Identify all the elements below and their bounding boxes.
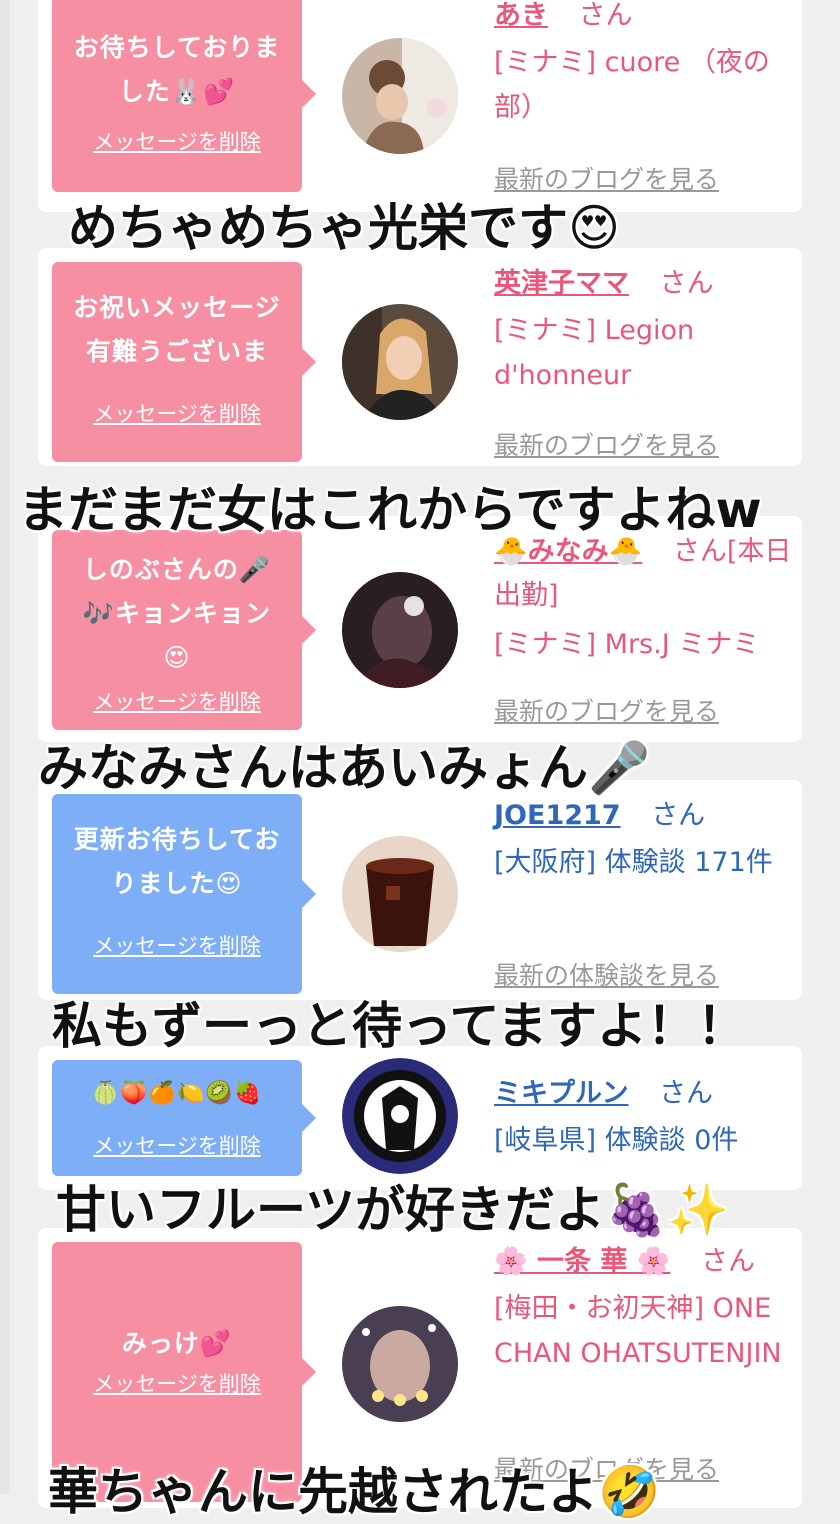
message-text: 更新お待ちしてお りました😍 (73, 825, 281, 898)
overlay-caption: めちゃめちゃ光栄です😍 (68, 199, 621, 257)
message-bubble: 🍈🍑🍊🍋🥝🍓 メッセージを削除 (52, 1060, 316, 1176)
avatar[interactable] (342, 836, 458, 952)
overlay-caption: まだまだ女はこれからですよねw (18, 481, 762, 539)
user-info: ミキプルン さん [岐阜県] 体験談 0件 (494, 1046, 792, 1163)
shop-detail: [岐阜県] 体験談 0件 (494, 1125, 739, 1156)
overlay-caption: 私もずーっと待ってますよ！！ (52, 997, 747, 1055)
user-name-link[interactable]: JOE1217 (494, 800, 621, 831)
delete-message-link[interactable]: メッセージを削除 (52, 398, 302, 428)
user-info: あき さん [ミナミ] cuore （夜の部） (494, 0, 792, 130)
shop-detail: [ミナミ] Mrs.J ミナミ (494, 629, 760, 660)
shop-detail: [大阪府] 体験談 171件 (494, 847, 773, 878)
honorific: さん (659, 1078, 714, 1109)
delete-message-link[interactable]: メッセージを削除 (52, 126, 302, 156)
message-text: 🍈🍑🍊🍋🥝🍓 (91, 1081, 263, 1106)
avatar[interactable] (342, 304, 458, 420)
user-info: 🌸 一条 華 🌸 さん [梅田・お初天神] ONE CHAN OHATSUTEN… (494, 1228, 792, 1376)
user-name-link[interactable]: ミキプルン (494, 1078, 628, 1109)
latest-blog-link[interactable]: 最新のブログを見る (494, 692, 719, 728)
latest-blog-link[interactable]: 最新のブログを見る (494, 426, 719, 462)
avatar[interactable] (342, 38, 458, 154)
message-text: お祝いメッセージ 有難うございま (73, 293, 281, 366)
delete-message-link[interactable]: メッセージを削除 (52, 1130, 302, 1160)
user-name-link[interactable]: 英津子ママ (494, 268, 629, 299)
honorific: さん (701, 1246, 756, 1277)
message-card-1: お待ちしておりま した🐰💕 メッセージを削除 あき さん [ミナミ] cuore… (38, 0, 802, 212)
message-bubble: しのぶさんの🎤 🎶キョンキョン 😍 メッセージを削除 (52, 530, 316, 730)
message-text: お待ちしておりま した🐰💕 (73, 33, 281, 106)
delete-message-link[interactable]: メッセージを削除 (52, 930, 302, 960)
message-bubble: お待ちしておりま した🐰💕 メッセージを削除 (52, 0, 316, 192)
message-card-3: しのぶさんの🎤 🎶キョンキョン 😍 メッセージを削除 🐣みなみ🐣 さん[本日出勤… (38, 516, 802, 742)
honorific: さん (659, 268, 714, 299)
scroll-track (0, 0, 10, 1494)
overlay-caption: みなみさんはあいみょん🎤 (38, 739, 651, 797)
user-name-link[interactable]: あき (494, 0, 548, 31)
user-name-link[interactable]: 🌸 一条 華 🌸 (494, 1246, 670, 1277)
message-bubble: 更新お待ちしてお りました😍 メッセージを削除 (52, 794, 316, 994)
message-text: みっけ💕 (121, 1329, 233, 1358)
overlay-caption: 甘いフルーツが好きだよ🍇✨ (56, 1181, 730, 1239)
overlay-caption: 華ちゃんに先越されたよ🤣 (48, 1463, 661, 1521)
honorific: さん (651, 800, 706, 831)
message-text: しのぶさんの🎤 🎶キョンキョン 😍 (82, 555, 272, 672)
delete-message-link[interactable]: メッセージを削除 (52, 686, 302, 716)
message-card-4: 更新お待ちしてお りました😍 メッセージを削除 JOE1217 さん [大阪府]… (38, 780, 802, 1000)
avatar[interactable] (342, 1058, 458, 1174)
message-bubble: お祝いメッセージ 有難うございま メッセージを削除 (52, 262, 316, 462)
avatar[interactable] (342, 572, 458, 688)
avatar[interactable] (342, 1306, 458, 1422)
shop-detail: [ミナミ] cuore （夜の部） (494, 47, 770, 123)
delete-message-link[interactable]: メッセージを削除 (52, 1368, 302, 1398)
user-info: 英津子ママ さん [ミナミ] Legion d'honneur (494, 248, 792, 398)
message-card-5: 🍈🍑🍊🍋🥝🍓 メッセージを削除 ミキプルン さん [岐阜県] 体験談 0件 (38, 1046, 802, 1190)
honorific: さん (578, 0, 633, 31)
shop-detail: [梅田・お初天神] ONE CHAN OHATSUTENJIN (494, 1293, 782, 1369)
message-card-2: お祝いメッセージ 有難うございま メッセージを削除 英津子ママ さん [ミナミ]… (38, 248, 802, 466)
shop-detail: [ミナミ] Legion d'honneur (494, 315, 695, 391)
